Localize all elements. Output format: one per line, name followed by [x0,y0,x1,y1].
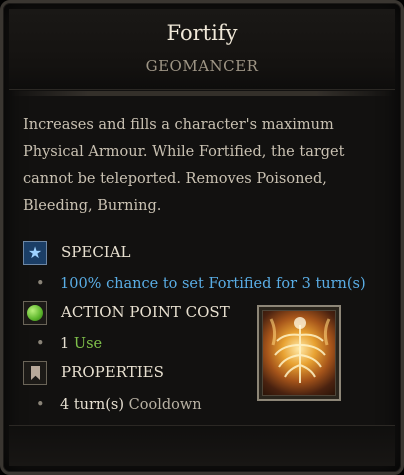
header-divider [11,91,393,96]
bookmark-icon [23,361,47,385]
skill-icon-frame [257,305,341,401]
skill-title: Fortify [166,21,238,45]
cooldown-value: 4 turn(s) [60,397,125,413]
tooltip-header: Fortify GEOMANCER [9,9,395,90]
tooltip-footer [9,425,395,466]
star-icon: ★ [23,241,47,265]
skill-tooltip: Fortify GEOMANCER Increases and fills a … [0,0,404,475]
skill-description: Increases and fills a character's maximu… [23,117,345,214]
special-effect-text: 100% chance to set Fortified for 3 turn(… [60,276,366,292]
fortify-skill-icon [262,310,336,396]
green-dot-icon [23,301,47,325]
ap-cost-value: 1 [60,336,70,352]
special-label: SPECIAL [61,243,131,261]
ap-cost-label: ACTION POINT COST [61,303,230,321]
skill-school: GEOMANCER [145,57,259,75]
properties-label: PROPERTIES [61,363,164,381]
cooldown-unit: Cooldown [128,397,202,413]
ap-cost-unit: Use [73,336,103,352]
